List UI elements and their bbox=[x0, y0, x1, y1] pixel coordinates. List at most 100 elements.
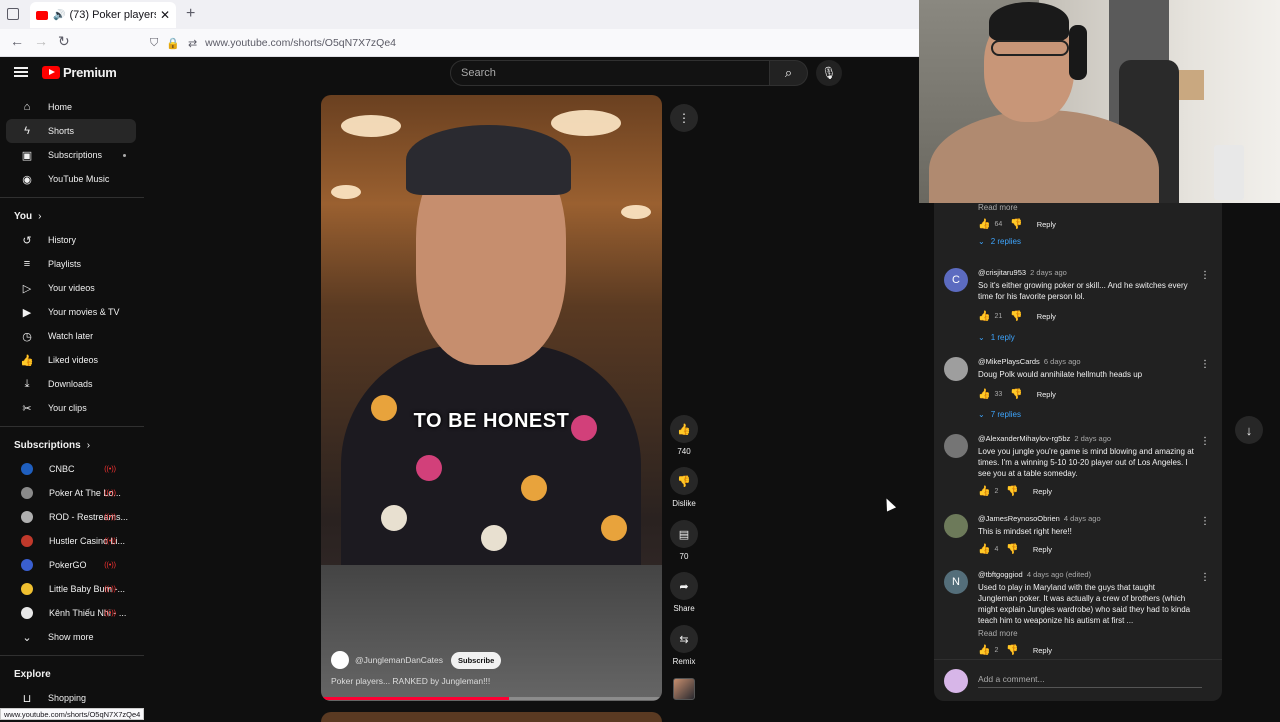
sidebar-channel[interactable]: ROD - Restreams... ((•)) bbox=[6, 505, 136, 529]
thumbs-up-icon[interactable]: 👍 bbox=[978, 486, 990, 497]
read-more-link[interactable]: Read more bbox=[978, 629, 1196, 638]
comment-author[interactable]: @tbftgoggiod bbox=[978, 570, 1023, 579]
view-replies-button[interactable]: ⌄ 7 replies bbox=[978, 405, 1196, 423]
thumbs-down-icon[interactable]: 👎 bbox=[1010, 311, 1022, 322]
avatar[interactable]: N bbox=[944, 570, 968, 594]
reply-button[interactable]: Reply bbox=[1033, 545, 1052, 554]
sidebar-item-watch-later[interactable]: ◷ Watch later bbox=[6, 324, 136, 348]
thumbs-up-icon[interactable]: 👍 bbox=[978, 645, 990, 656]
video-progress-bar[interactable] bbox=[321, 697, 662, 700]
thumbs-up-icon[interactable]: 👍 bbox=[978, 389, 990, 400]
sound-thumbnail[interactable] bbox=[673, 678, 695, 700]
channel-avatar[interactable] bbox=[331, 651, 349, 669]
sidebar-channel[interactable]: Hustler Casino Li... ((•)) bbox=[6, 529, 136, 553]
comment-author[interactable]: @AlexanderMihaylov-rg5bz bbox=[978, 434, 1070, 443]
thumbs-down-icon[interactable]: 👎 bbox=[1006, 544, 1018, 555]
sidebar-item-shopping[interactable]: ⊔ Shopping bbox=[6, 686, 136, 710]
sidebar-channel[interactable]: Poker At The Lo... ((•)) bbox=[6, 481, 136, 505]
reply-button[interactable]: Reply bbox=[1037, 220, 1056, 229]
thumbs-down-icon[interactable]: 👎 bbox=[1006, 645, 1018, 656]
reply-button[interactable]: Reply bbox=[1037, 390, 1056, 399]
reload-icon[interactable]: ↻ bbox=[58, 33, 70, 50]
browser-tab[interactable]: 🔊 (73) Poker players... RANKE ✕ bbox=[30, 2, 176, 28]
reply-button[interactable]: Reply bbox=[1037, 312, 1056, 321]
sidebar-item-subscriptions[interactable]: ▣ Subscriptions bbox=[6, 143, 136, 167]
sidebar-item-your-videos[interactable]: ▷ Your videos bbox=[6, 276, 136, 300]
avatar[interactable] bbox=[944, 357, 968, 381]
thumbs-up-icon[interactable]: 👍 bbox=[978, 544, 990, 555]
speaker-icon[interactable]: 🔊 bbox=[53, 10, 65, 21]
thumbs-down-icon[interactable]: 👎 bbox=[1010, 219, 1022, 230]
shorts-video-player[interactable]: TO BE HONEST @JunglemanDanCates Subscrib… bbox=[321, 95, 662, 701]
youtube-premium-logo[interactable]: Premium bbox=[42, 65, 117, 80]
remix-button[interactable]: ⇆ Remix bbox=[668, 625, 700, 666]
search-button[interactable]: ⌕ bbox=[770, 60, 808, 86]
comment-author[interactable]: @JamesReynosoObrien bbox=[978, 514, 1060, 523]
permissions-icon[interactable]: ⇄ bbox=[188, 37, 197, 50]
kebab-icon[interactable]: ⋮ bbox=[1200, 270, 1210, 281]
lock-icon[interactable]: 🔒 bbox=[166, 37, 180, 50]
sidebar-channel[interactable]: PokerGO ((•)) bbox=[6, 553, 136, 577]
avatar[interactable] bbox=[944, 514, 968, 538]
share-button[interactable]: ➦ Share bbox=[668, 572, 700, 613]
next-short-preview[interactable] bbox=[321, 712, 662, 722]
sidebar-section-you[interactable]: You › bbox=[0, 204, 144, 228]
thumbs-down-icon[interactable]: 👎 bbox=[1006, 486, 1018, 497]
avatar[interactable] bbox=[944, 434, 968, 458]
subscribe-button[interactable]: Subscribe bbox=[451, 651, 502, 669]
close-tab-icon[interactable]: ✕ bbox=[160, 8, 170, 22]
short-title[interactable]: Poker players... RANKED by Jungleman!!! bbox=[331, 676, 490, 686]
comment-time[interactable]: 4 days ago bbox=[1064, 514, 1101, 523]
dislike-button[interactable]: 👎 Dislike bbox=[668, 467, 700, 508]
next-short-button[interactable]: ↓ bbox=[1235, 416, 1263, 444]
comment-author[interactable]: @crisjitaru953 bbox=[978, 268, 1026, 277]
sidebar-item-your-movies[interactable]: ▶ Your movies & TV bbox=[6, 300, 136, 324]
more-options-button[interactable]: ⋮ bbox=[670, 104, 698, 132]
comment-time[interactable]: 2 days ago bbox=[1074, 434, 1111, 443]
menu-icon[interactable] bbox=[14, 67, 28, 77]
comment-time[interactable]: 6 days ago bbox=[1044, 357, 1081, 366]
kebab-icon[interactable]: ⋮ bbox=[1200, 572, 1210, 583]
sidebar-item-liked-videos[interactable]: 👍 Liked videos bbox=[6, 348, 136, 372]
comment-author[interactable]: @MikePlaysCards bbox=[978, 357, 1040, 366]
sidebar-channel[interactable]: CNBC ((•)) bbox=[6, 457, 136, 481]
comment-time[interactable]: 2 days ago bbox=[1030, 268, 1067, 277]
forward-arrow-icon[interactable]: → bbox=[34, 33, 48, 49]
address-bar[interactable]: ⛉ 🔒 ⇄ www.youtube.com/shorts/O5qN7X7zQe4 bbox=[150, 32, 910, 54]
thumbs-up-icon[interactable]: 👍 bbox=[978, 219, 990, 230]
kebab-icon[interactable]: ⋮ bbox=[1200, 359, 1210, 370]
add-comment-input[interactable]: Add a comment... bbox=[978, 674, 1202, 688]
show-more-button[interactable]: ⌄ Show more bbox=[6, 625, 136, 649]
sidebar-item-shorts[interactable]: ϟ Shorts bbox=[6, 119, 136, 143]
tab-list-icon[interactable] bbox=[7, 8, 19, 20]
new-tab-icon[interactable]: + bbox=[186, 5, 195, 23]
sidebar-item-downloads[interactable]: ⤓ Downloads bbox=[6, 372, 136, 396]
channel-name[interactable]: @JunglemanDanCates bbox=[355, 655, 443, 665]
reply-button[interactable]: Reply bbox=[1033, 487, 1052, 496]
thumbs-up-icon[interactable]: 👍 bbox=[978, 311, 990, 322]
sidebar-item-home[interactable]: ⌂ Home bbox=[6, 95, 136, 119]
voice-search-button[interactable]: 🎙 bbox=[816, 60, 842, 86]
reply-button[interactable]: Reply bbox=[1033, 646, 1052, 655]
view-replies-button[interactable]: ⌄ 1 reply bbox=[978, 328, 1196, 346]
back-arrow-icon[interactable]: ← bbox=[10, 33, 24, 49]
read-more-link[interactable]: Read more bbox=[978, 203, 1196, 212]
sidebar-item-playlists[interactable]: ≡ Playlists bbox=[6, 252, 136, 276]
sidebar-item-youtube-music[interactable]: ◉ YouTube Music bbox=[6, 167, 136, 191]
sidebar-section-subscriptions[interactable]: Subscriptions › bbox=[0, 433, 144, 457]
kebab-icon[interactable]: ⋮ bbox=[1200, 436, 1210, 447]
shield-icon[interactable]: ⛉ bbox=[150, 37, 158, 50]
sidebar-item-your-clips[interactable]: ✂ Your clips bbox=[6, 396, 136, 420]
view-replies-button[interactable]: ⌄ 2 replies bbox=[978, 232, 1196, 250]
like-button[interactable]: 👍 740 bbox=[668, 415, 700, 456]
comment-time[interactable]: 4 days ago (edited) bbox=[1027, 570, 1091, 579]
sidebar-item-history[interactable]: ↺ History bbox=[6, 228, 136, 252]
avatar[interactable]: C bbox=[944, 268, 968, 292]
sidebar-channel[interactable]: Little Baby Bum -... ((•)) bbox=[6, 577, 136, 601]
kebab-icon[interactable]: ⋮ bbox=[1200, 516, 1210, 527]
search-input[interactable]: Search bbox=[450, 60, 770, 86]
comments-list[interactable]: Read more 👍 64 👎 Reply ⌄ 2 replies C @cris… bbox=[934, 203, 1222, 659]
sidebar-channel[interactable]: Kênh Thiếu Nhi - ... ((•)) bbox=[6, 601, 136, 625]
thumbs-down-icon[interactable]: 👎 bbox=[1010, 389, 1022, 400]
comments-button[interactable]: ▤ 70 bbox=[668, 520, 700, 561]
